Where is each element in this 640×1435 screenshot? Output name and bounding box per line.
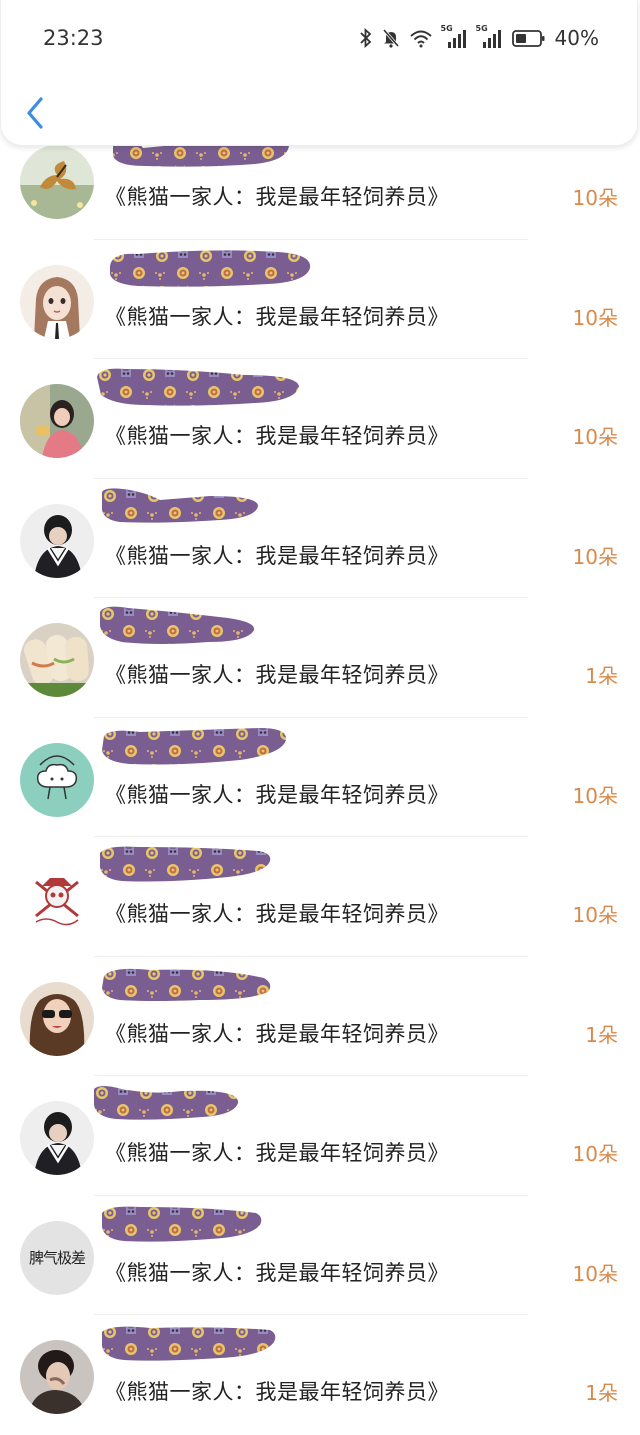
- gift-title: 《熊猫一家人：我是最年轻饲养员》: [105, 1141, 449, 1165]
- signal-5g-icon: 5G: [441, 24, 468, 48]
- list-item[interactable]: 《熊猫一家人：我是最年轻饲养员》 1朵: [0, 1315, 640, 1435]
- back-button[interactable]: [21, 94, 51, 132]
- status-time: 23:23: [43, 26, 104, 50]
- gift-title: 《熊猫一家人：我是最年轻饲养员》: [105, 543, 449, 568]
- list-item[interactable]: 脾气极差 《熊猫一家人：我是最年轻饲养员》 10朵: [0, 1196, 640, 1315]
- gift-title: 《熊猫一家人：我是最年轻饲养员》: [105, 902, 449, 926]
- gift-count: 10朵: [572, 186, 618, 210]
- bluetooth-icon: [359, 28, 373, 48]
- battery-icon: [511, 28, 546, 48]
- avatar: [20, 503, 94, 578]
- gift-title: 《熊猫一家人：我是最年轻饲养员》: [105, 304, 449, 329]
- redaction-scribble: [110, 249, 311, 287]
- list-item[interactable]: 《熊猫一家人：我是最年轻饲养员》 10朵: [0, 837, 640, 957]
- avatar: 脾气极差: [20, 1220, 94, 1295]
- battery-percent: 40%: [554, 26, 599, 50]
- list-item[interactable]: 《熊猫一家人：我是最年轻饲养员》 1朵: [0, 598, 640, 718]
- wifi-icon: [409, 28, 433, 48]
- redaction-scribble: [94, 1086, 239, 1120]
- redaction-scribble: [100, 606, 255, 644]
- gift-count: 10朵: [572, 425, 618, 449]
- avatar: [20, 1101, 94, 1175]
- avatar: [20, 145, 94, 219]
- list-item[interactable]: 《熊猫一家人：我是最年轻饲养员》 10朵: [0, 359, 640, 479]
- redaction-scribble: [102, 487, 258, 523]
- mute-bell-icon: [382, 28, 400, 48]
- avatar: [20, 264, 94, 339]
- gift-count: 10朵: [572, 544, 618, 569]
- gift-title: 《熊猫一家人：我是最年轻饲养员》: [105, 1260, 449, 1285]
- list-item[interactable]: 《熊猫一家人：我是最年轻饲养员》 10朵: [0, 240, 640, 359]
- gift-count: 10朵: [572, 783, 618, 808]
- redaction-scribble: [102, 1206, 262, 1242]
- list-item[interactable]: 《熊猫一家人：我是最年轻饲养员》 10朵: [0, 1076, 640, 1196]
- chevron-left-icon: [27, 97, 43, 129]
- gift-count: 10朵: [572, 1261, 618, 1286]
- redaction-scribble: [102, 1326, 276, 1361]
- gift-count: 10朵: [572, 305, 618, 330]
- avatar: [20, 981, 94, 1056]
- list-item[interactable]: 《熊猫一家人：我是最年轻饲养员》 10朵: [0, 479, 640, 598]
- redaction-scribble: [102, 727, 287, 764]
- status-icons: 5G 5G 40%: [359, 24, 599, 50]
- gift-list: 《熊猫一家人：我是最年轻饲养员》 10朵 《熊猫一家人：我是最年轻饲养员》 10…: [0, 120, 640, 1435]
- gift-title: 《熊猫一家人：我是最年轻饲养员》: [105, 185, 449, 209]
- avatar: [20, 862, 94, 936]
- gift-title: 《熊猫一家人：我是最年轻饲养员》: [105, 782, 449, 807]
- avatar: [20, 742, 94, 817]
- list-item[interactable]: 《熊猫一家人：我是最年轻饲养员》 1朵: [0, 957, 640, 1076]
- gift-count: 1朵: [585, 1022, 618, 1047]
- gift-count: 1朵: [585, 1381, 618, 1405]
- redaction-scribble: [102, 968, 271, 1001]
- redaction-scribble: [97, 368, 299, 406]
- avatar-text: 脾气极差: [28, 1249, 86, 1267]
- gift-title: 《熊猫一家人：我是最年轻饲养员》: [105, 1021, 449, 1046]
- list-item[interactable]: 《熊猫一家人：我是最年轻饲养员》 10朵: [0, 718, 640, 837]
- top-bar: 23:23 5G 5G 40%: [0, 0, 638, 146]
- avatar: [20, 1340, 94, 1414]
- avatar: [20, 623, 94, 697]
- redaction-scribble: [100, 846, 271, 882]
- signal-5g-icon-2: 5G: [476, 24, 503, 48]
- gift-count: 10朵: [572, 903, 618, 927]
- avatar: [20, 384, 94, 458]
- gift-title: 《熊猫一家人：我是最年轻饲养员》: [105, 663, 449, 687]
- gift-title: 《熊猫一家人：我是最年轻饲养员》: [105, 424, 449, 448]
- gift-count: 1朵: [585, 664, 618, 688]
- gift-count: 10朵: [572, 1142, 618, 1166]
- gift-title: 《熊猫一家人：我是最年轻饲养员》: [105, 1380, 449, 1404]
